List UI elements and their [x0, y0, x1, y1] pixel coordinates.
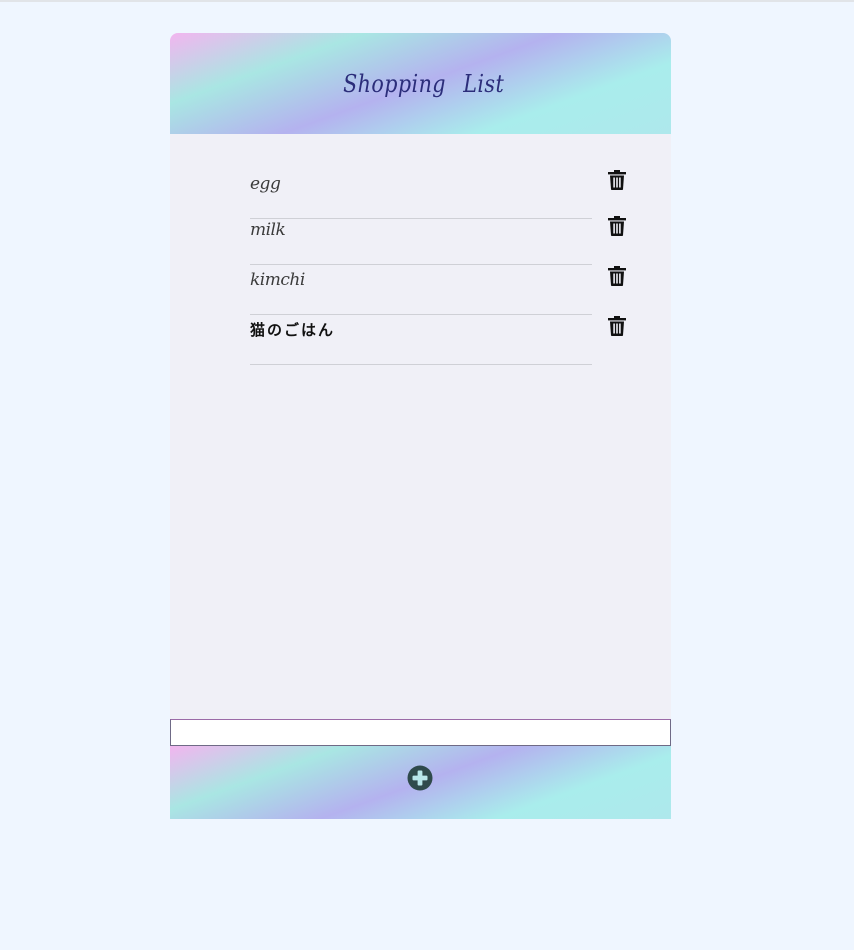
list-item: 猫のごはん — [250, 316, 671, 366]
footer-bar — [170, 746, 671, 819]
shopping-list-card: Shopping List egg milk kimchi 猫のごはん — [170, 33, 671, 819]
trash-icon[interactable] — [608, 266, 626, 286]
plus-circle-icon[interactable] — [407, 765, 433, 791]
list-item: egg — [250, 166, 671, 219]
list-item: kimchi — [250, 266, 671, 316]
trash-icon[interactable] — [608, 216, 626, 236]
trash-icon[interactable] — [608, 170, 626, 190]
shopping-list: egg milk kimchi 猫のごはん — [250, 166, 671, 366]
page-title: Shopping List — [342, 69, 505, 98]
list-item: milk — [250, 216, 671, 266]
trash-icon[interactable] — [608, 316, 626, 336]
item-label: egg — [250, 174, 592, 219]
new-item-input[interactable] — [170, 719, 671, 746]
header-banner: Shopping List — [170, 33, 671, 134]
item-label: kimchi — [250, 270, 592, 315]
item-label: 猫のごはん — [250, 320, 592, 365]
browser-top-border — [0, 0, 854, 2]
item-label: milk — [250, 220, 592, 265]
